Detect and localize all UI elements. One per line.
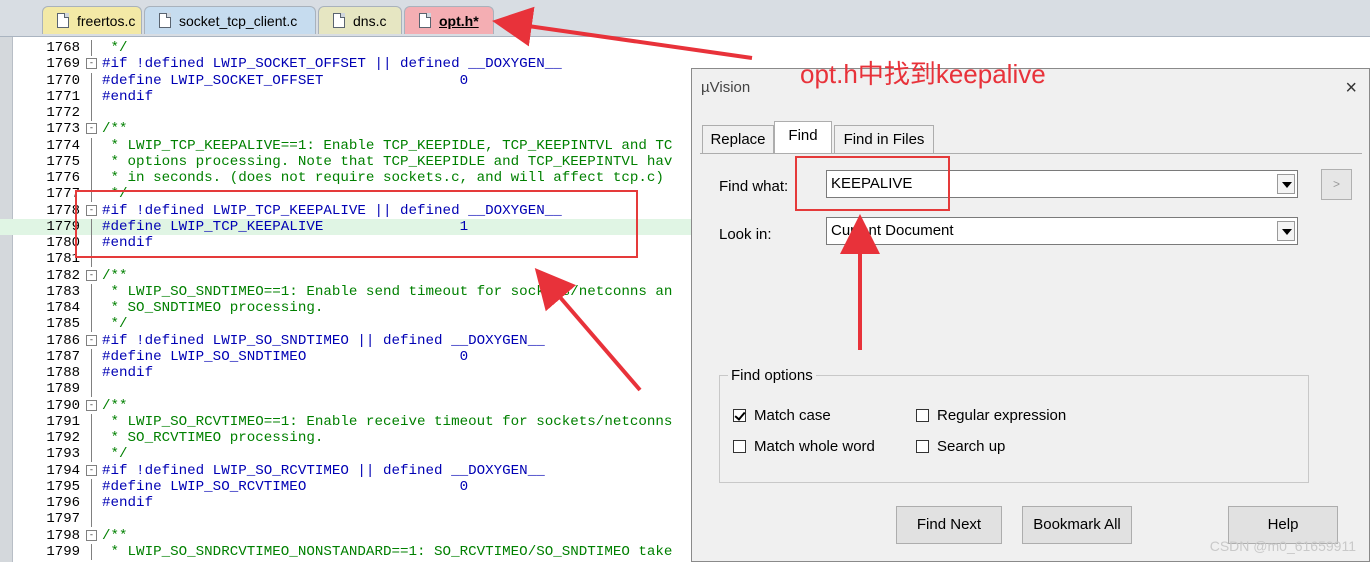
watermark: CSDN @m0_61659911	[1209, 538, 1356, 554]
arrow-to-tab	[492, 6, 753, 60]
arrow-to-code	[534, 267, 642, 392]
annotation-arrows	[492, 6, 880, 392]
